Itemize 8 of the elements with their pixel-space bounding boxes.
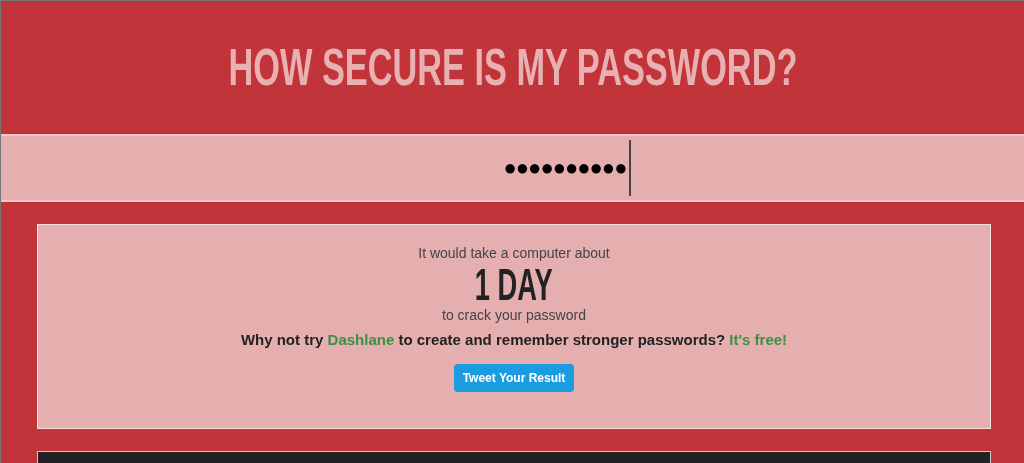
intro-text: It would take a computer about xyxy=(418,245,610,261)
promo-text: Why not try Dashlane to create and remember stronger passwords? It's free! xyxy=(240,331,788,348)
promo-link[interactable]: It's free! xyxy=(729,331,788,348)
page-title: HOW SECURE IS MY PASSWORD? xyxy=(228,36,797,97)
crack-time: 1 DAY xyxy=(475,263,553,307)
outro-text: to crack your password xyxy=(442,307,586,323)
promo-link[interactable]: Dashlane xyxy=(327,331,395,348)
tweet-button[interactable]: Tweet Your Result xyxy=(453,364,575,392)
